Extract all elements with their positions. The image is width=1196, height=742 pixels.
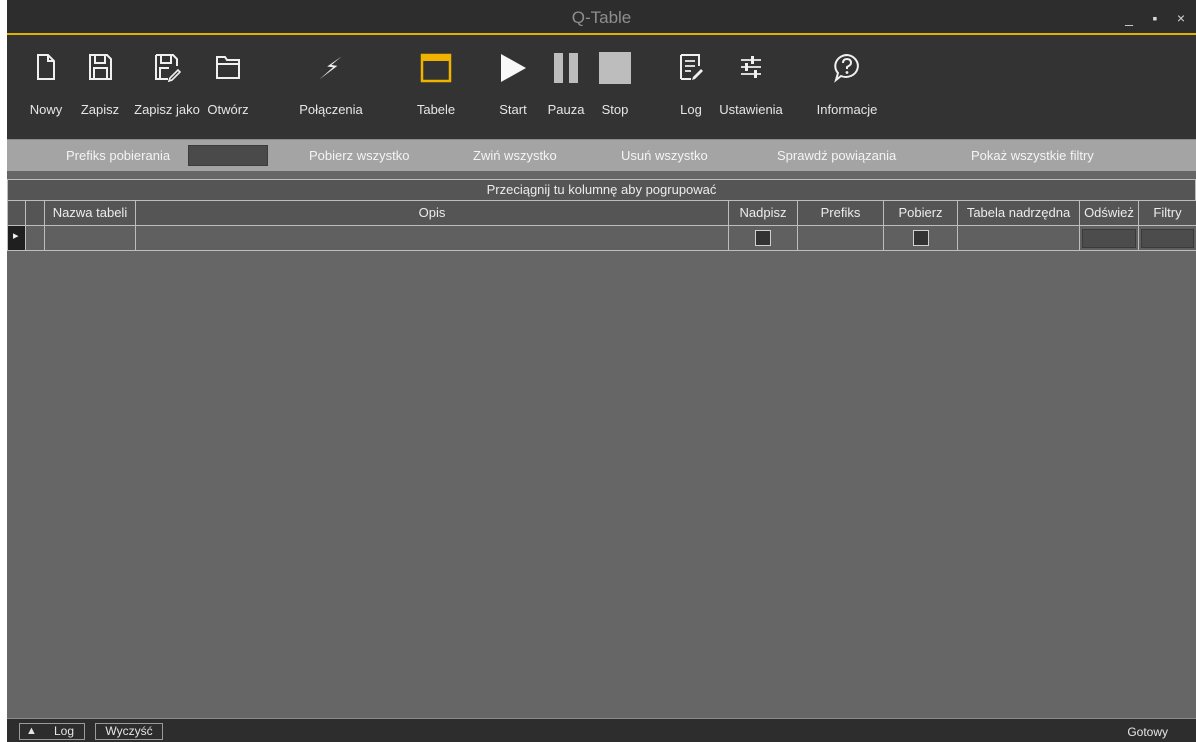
open-label: Otwórz (207, 102, 249, 117)
pause-button[interactable]: Pauza (544, 35, 588, 139)
settings-button[interactable]: Ustawienia (714, 35, 788, 139)
save-as-icon (155, 54, 182, 82)
show-all-filters-link[interactable]: Pokaż wszystkie filtry (971, 148, 1094, 163)
column-header-fetch[interactable]: Pobierz (884, 201, 958, 225)
fetch-checkbox[interactable] (912, 230, 929, 246)
description-cell[interactable] (136, 226, 729, 250)
info-button[interactable]: Informacje (812, 35, 882, 139)
save-icon (89, 54, 112, 80)
close-button[interactable]: × (1170, 8, 1192, 28)
new-label: Nowy (29, 102, 63, 117)
help-bubble-icon (834, 53, 859, 83)
title-bar: Q-Table _ ▪ × (7, 0, 1196, 35)
log-label: Log (680, 102, 702, 117)
prefix-label: Prefiks pobierania (66, 148, 171, 163)
grid-header: Nazwa tabeli Opis Nadpisz Prefiks Pobier… (7, 201, 1196, 226)
settings-label: Ustawienia (719, 102, 783, 117)
start-button[interactable]: Start (495, 35, 531, 139)
save-as-button[interactable]: Zapisz jako (129, 35, 205, 139)
refresh-editor[interactable] (1082, 229, 1136, 248)
column-header-description[interactable]: Opis (136, 201, 729, 225)
delete-all-link[interactable]: Usuń wszystko (621, 148, 708, 163)
filters-cell[interactable] (1139, 226, 1196, 250)
open-folder-icon (216, 56, 240, 79)
connections-button[interactable]: Połączenia (295, 35, 367, 139)
info-label: Informacje (816, 102, 878, 117)
prefix-cell[interactable] (798, 226, 884, 250)
clear-button[interactable]: Wyczyść (95, 723, 163, 740)
log-button[interactable]: Log (674, 35, 708, 139)
save-label: Zapisz (80, 102, 120, 117)
expand-column-header (26, 201, 45, 225)
parent-table-cell[interactable] (958, 226, 1080, 250)
column-header-prefix[interactable]: Prefiks (798, 201, 884, 225)
table-icon (420, 53, 452, 83)
column-header-filters[interactable]: Filtry (1139, 201, 1196, 225)
collapse-all-link[interactable]: Zwiń wszystko (473, 148, 557, 163)
fetch-cell[interactable] (884, 226, 958, 250)
log-toggle-button[interactable]: ▲ Log (19, 723, 85, 740)
lightning-icon (319, 56, 342, 80)
sliders-icon (741, 56, 761, 78)
new-file-icon (37, 54, 55, 80)
options-bar: Prefiks pobierania Pobierz wszystko Zwiń… (7, 139, 1196, 171)
app-window: Q-Table _ ▪ × Nowy Zapisz Zapisz jako Ot… (7, 0, 1196, 742)
open-button[interactable]: Otwórz (206, 35, 250, 139)
pause-label: Pauza (547, 102, 585, 117)
column-header-refresh[interactable]: Odśwież (1080, 201, 1139, 225)
save-as-label: Zapisz jako (134, 102, 200, 117)
status-bar: ▲ Log Wyczyść Gotowy (7, 718, 1196, 742)
overwrite-cell[interactable] (729, 226, 798, 250)
new-button[interactable]: Nowy (29, 35, 63, 139)
stop-icon (599, 52, 631, 84)
pause-icon (554, 53, 578, 83)
row-indicator-header (7, 201, 26, 225)
column-header-parent-table[interactable]: Tabela nadrzędna (958, 201, 1080, 225)
table-name-cell[interactable] (45, 226, 136, 250)
tables-grid: Przeciągnij tu kolumnę aby pogrupować Na… (7, 179, 1196, 252)
prefix-input[interactable] (188, 145, 268, 166)
main-toolbar: Nowy Zapisz Zapisz jako Otwórz Połączeni… (7, 35, 1196, 139)
overwrite-checkbox[interactable] (755, 230, 771, 246)
start-label: Start (499, 102, 527, 117)
row-pointer-icon: ▸ (13, 230, 19, 242)
maximize-button[interactable]: ▪ (1144, 8, 1166, 28)
group-by-panel[interactable]: Przeciągnij tu kolumnę aby pogrupować (7, 179, 1196, 201)
arrow-up-icon: ▲ (26, 725, 37, 737)
stop-button[interactable]: Stop (596, 35, 634, 139)
check-relations-link[interactable]: Sprawdź powiązania (777, 148, 896, 163)
column-header-table-name[interactable]: Nazwa tabeli (45, 201, 136, 225)
play-icon (501, 54, 526, 82)
status-text: Gotowy (1127, 725, 1168, 739)
tables-label: Tabele (416, 102, 456, 117)
tables-button[interactable]: Tabele (411, 35, 461, 139)
save-button[interactable]: Zapisz (77, 35, 123, 139)
log-toggle-label: Log (54, 724, 75, 738)
table-row[interactable]: ▸ (7, 226, 1196, 251)
column-header-overwrite[interactable]: Nadpisz (729, 201, 798, 225)
stop-label: Stop (601, 102, 629, 117)
connections-label: Połączenia (299, 102, 363, 117)
row-indicator[interactable]: ▸ (7, 226, 26, 250)
fetch-all-link[interactable]: Pobierz wszystko (309, 148, 409, 163)
refresh-cell[interactable] (1080, 226, 1139, 250)
filters-editor[interactable] (1141, 229, 1194, 248)
log-icon (680, 54, 703, 80)
expand-cell[interactable] (26, 226, 45, 250)
window-title: Q-Table (571, 8, 632, 27)
minimize-button[interactable]: _ (1118, 8, 1140, 28)
